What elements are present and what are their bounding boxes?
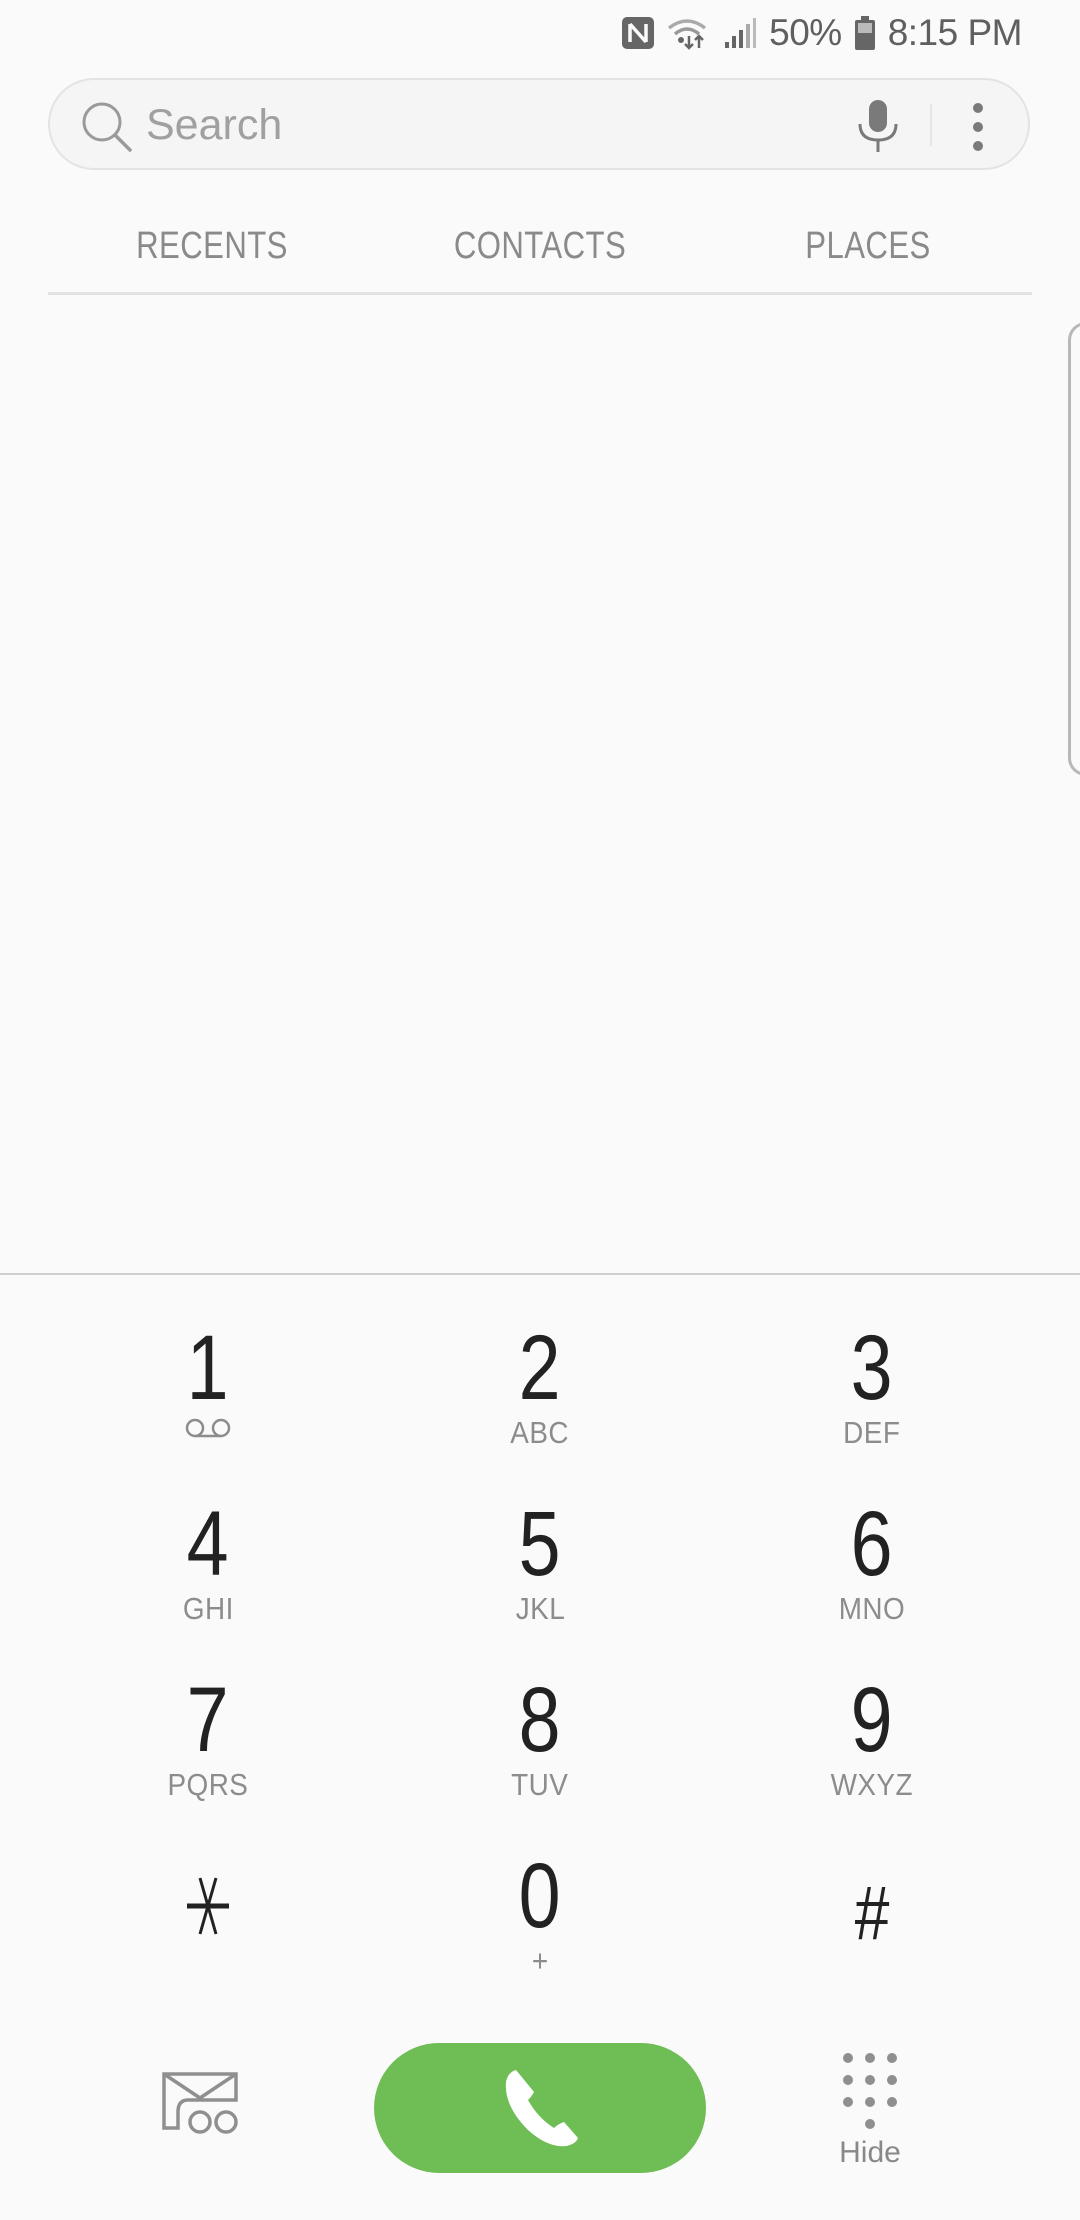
status-bar: 50% 8:15 PM	[0, 0, 1080, 66]
key-letters: TUV	[511, 1767, 569, 1802]
key-digit: 3	[851, 1317, 893, 1419]
key-letters: JKL	[515, 1591, 565, 1626]
search-input[interactable]	[146, 96, 846, 154]
key-hash[interactable]: #	[722, 1818, 1022, 1988]
keypad-divider	[0, 1273, 1080, 1275]
key-digit: 5	[519, 1493, 561, 1595]
key-2[interactable]: 2 ABC	[390, 1290, 690, 1460]
key-7[interactable]: 7 PQRS	[58, 1642, 358, 1812]
wifi-data-icon	[668, 19, 707, 50]
video-voicemail-button[interactable]	[160, 2070, 250, 2150]
key-letters: PQRS	[167, 1767, 249, 1802]
key-digit: 4	[187, 1493, 229, 1595]
key-3[interactable]: 3 DEF	[722, 1290, 1022, 1460]
key-digit: 1	[187, 1317, 229, 1419]
key-1[interactable]: 1	[58, 1290, 358, 1460]
search-divider	[930, 104, 932, 146]
clock: 8:15 PM	[887, 12, 1023, 53]
search-icon	[82, 102, 132, 152]
phone-icon	[505, 2070, 578, 2147]
key-9[interactable]: 9 WXYZ	[722, 1642, 1022, 1812]
key-letters: GHI	[182, 1591, 234, 1626]
mic-icon[interactable]	[856, 98, 900, 154]
key-0[interactable]: 0 +	[390, 1818, 690, 1988]
video-voicemail-icon	[162, 2072, 238, 2134]
cell-signal-icon	[725, 18, 757, 48]
key-digit: 9	[851, 1669, 893, 1771]
key-letters: DEF	[843, 1415, 901, 1450]
search-bar[interactable]	[48, 78, 1030, 170]
more-vert-icon[interactable]	[968, 102, 988, 152]
key-digit: 6	[851, 1493, 893, 1595]
voicemail-icon	[185, 1418, 231, 1438]
key-6[interactable]: 6 MNO	[722, 1466, 1022, 1636]
tab-recents[interactable]: RECENTS	[78, 200, 347, 292]
key-letters: MNO	[838, 1591, 906, 1626]
tab-contacts[interactable]: CONTACTS	[406, 200, 675, 292]
key-8[interactable]: 8 TUV	[390, 1642, 690, 1812]
key-digit: 2	[519, 1317, 561, 1419]
key-digit: 0	[519, 1845, 561, 1947]
hide-dialpad-button[interactable]: Hide	[820, 2050, 920, 2180]
dialpad-icon	[843, 2053, 897, 2129]
key-5[interactable]: 5 JKL	[390, 1466, 690, 1636]
nfc-icon	[622, 17, 655, 49]
asterisk-icon	[187, 1877, 229, 1935]
key-4[interactable]: 4 GHI	[58, 1466, 358, 1636]
key-digit: 7	[187, 1669, 229, 1771]
battery-percent: 50%	[769, 12, 842, 53]
call-button[interactable]	[374, 2043, 706, 2173]
key-star[interactable]	[58, 1818, 358, 1988]
key-letters: ABC	[510, 1415, 570, 1450]
hide-label: Hide	[839, 2136, 901, 2169]
tab-bar: RECENTS CONTACTS PLACES	[48, 200, 1032, 295]
battery-icon	[854, 16, 875, 50]
tab-places[interactable]: PLACES	[734, 200, 1003, 292]
edge-panel-handle[interactable]	[1068, 322, 1080, 776]
key-digit: 8	[519, 1669, 561, 1771]
key-letters: WXYZ	[830, 1767, 914, 1802]
key-letters: +	[531, 1943, 549, 1978]
key-digit: #	[854, 1871, 890, 1956]
